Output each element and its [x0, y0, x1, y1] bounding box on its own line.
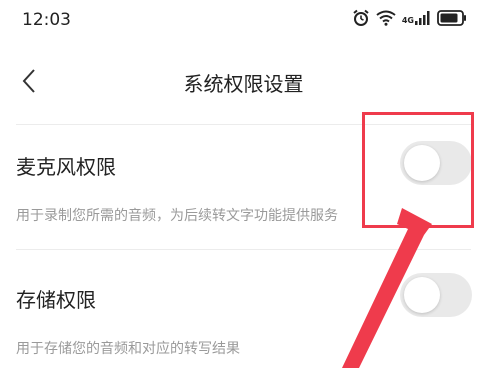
annotation-arrow-icon — [342, 208, 432, 368]
screen: 12:03 4G 系统权限设置 麦克风权限 用于录制您所需的音频，为后续转文字功… — [0, 0, 487, 368]
